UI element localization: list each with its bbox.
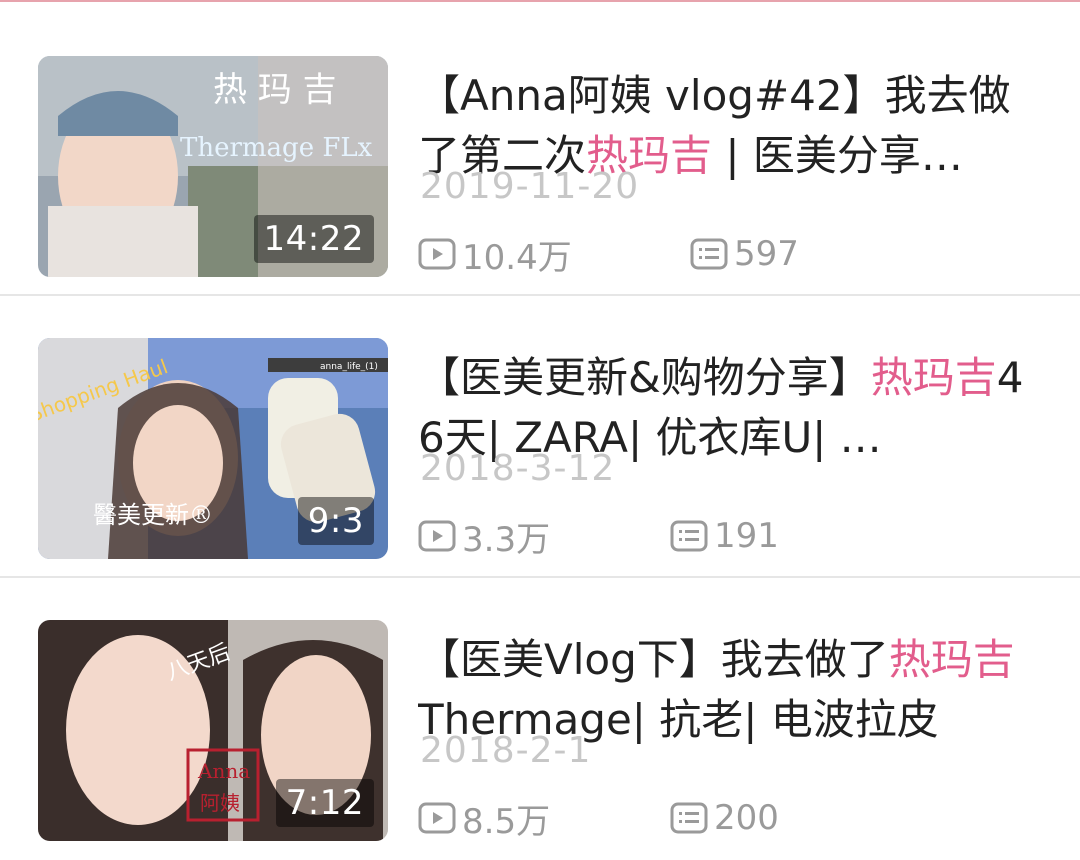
video-thumbnail[interactable]: Shopping Haul 醫美更新® anna_life_(1) 9:3 <box>38 338 388 559</box>
thumb-caption: Anna <box>197 759 250 783</box>
video-thumbnail[interactable]: 热 玛 吉 Thermage FLx 14:22 <box>38 56 388 277</box>
title-text: | 医美分享… <box>712 131 963 180</box>
video-duration: 14:22 <box>253 215 374 263</box>
video-thumbnail[interactable]: Anna 阿姨 八天后 7:12 <box>38 620 388 841</box>
thumb-caption: 热 玛 吉 <box>213 70 337 110</box>
comment-count: 191 <box>670 516 779 556</box>
view-count: 10.4万 <box>418 230 690 279</box>
play-icon <box>418 520 456 552</box>
view-count: 3.3万 <box>418 512 670 561</box>
thumb-caption: Thermage FLx <box>180 133 373 163</box>
view-count-text: 10.4万 <box>462 237 572 278</box>
title-text: 【医美更新&购物分享】 <box>418 353 871 402</box>
video-duration: 7:12 <box>275 779 374 827</box>
view-count-text: 8.5万 <box>462 801 551 842</box>
comment-count: 597 <box>690 234 799 274</box>
comment-count: 200 <box>670 798 779 838</box>
thumb-caption: 阿姨 <box>200 791 240 815</box>
video-duration: 9:3 <box>297 497 374 545</box>
video-stats: 8.5万 200 <box>418 794 779 842</box>
video-date: 2019-11-20 <box>420 166 640 207</box>
video-date: 2018-2-1 <box>420 730 592 771</box>
thumb-caption: anna_life_(1) <box>320 362 378 372</box>
play-icon <box>418 238 456 270</box>
comment-count-text: 597 <box>734 234 799 274</box>
comment-icon <box>670 802 708 834</box>
play-icon <box>418 802 456 834</box>
video-stats: 10.4万 597 <box>418 230 799 278</box>
title-highlight: 热玛吉 <box>870 353 997 402</box>
list-item[interactable]: Shopping Haul 醫美更新® anna_life_(1) 9:3 【医… <box>0 296 1080 578</box>
comment-icon <box>670 520 708 552</box>
comment-icon <box>690 238 728 270</box>
title-highlight: 热玛吉 <box>888 635 1015 684</box>
list-item[interactable]: Anna 阿姨 八天后 7:12 【医美Vlog下】我去做了热玛吉Thermag… <box>0 578 1080 860</box>
title-text: 【医美Vlog下】我去做了 <box>418 635 889 684</box>
video-date: 2018-3-12 <box>420 448 616 489</box>
view-count: 8.5万 <box>418 794 670 843</box>
view-count-text: 3.3万 <box>462 519 551 560</box>
list-item[interactable]: 热 玛 吉 Thermage FLx 14:22 【Anna阿姨 vlog#42… <box>0 14 1080 296</box>
video-stats: 3.3万 191 <box>418 512 779 560</box>
thumb-caption: 醫美更新® <box>93 501 213 529</box>
top-border <box>0 0 1080 2</box>
comment-count-text: 191 <box>714 516 779 556</box>
comment-count-text: 200 <box>714 798 779 838</box>
